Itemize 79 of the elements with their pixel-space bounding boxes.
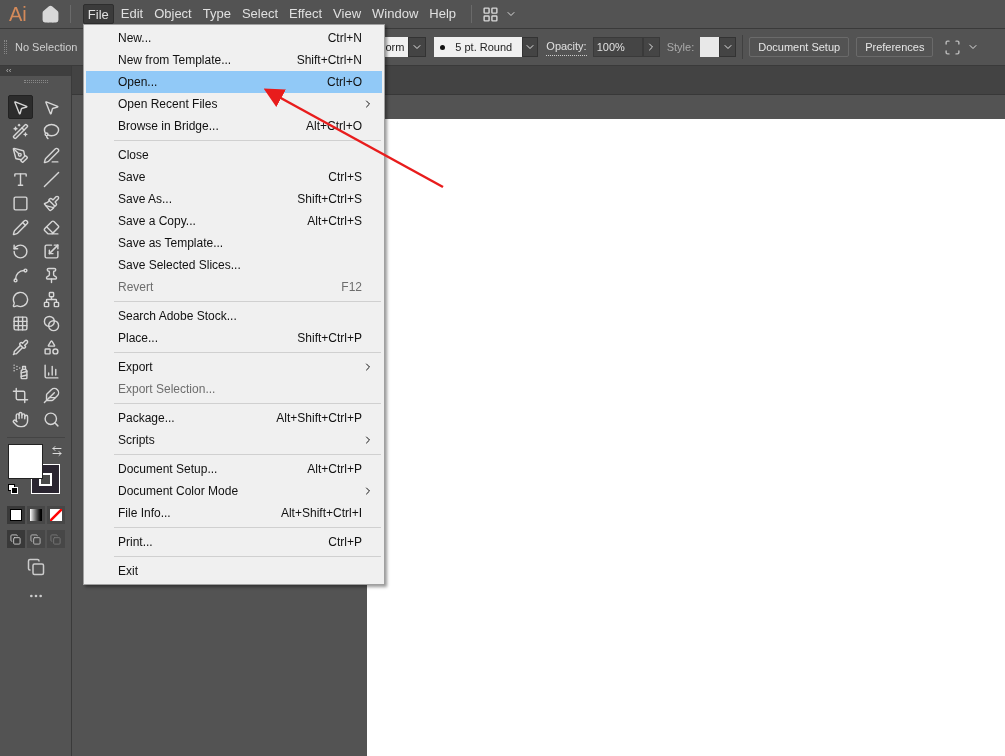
- pen-line-icon: [42, 146, 60, 164]
- menu-option[interactable]: Save as Template...: [86, 232, 382, 254]
- menu-option[interactable]: Close: [86, 144, 382, 166]
- dropdown-button[interactable]: [522, 37, 539, 57]
- lasso-icon: [42, 122, 60, 140]
- menu-item[interactable]: Effect: [285, 4, 327, 24]
- spray-can-icon: [11, 362, 29, 380]
- hand-icon: [11, 410, 29, 428]
- menu-item[interactable]: Edit: [116, 4, 148, 24]
- menu-option[interactable]: Search Adobe Stock...: [86, 305, 382, 327]
- selection-status: No Selection: [15, 39, 78, 55]
- color-button[interactable]: [6, 506, 25, 524]
- mesh-icon: [11, 314, 29, 332]
- menu-option[interactable]: File Info... Alt+Shift+Ctrl+I: [86, 502, 382, 524]
- default-colors-icon[interactable]: [7, 484, 19, 495]
- draw-normal-button[interactable]: [6, 530, 25, 548]
- menu-item[interactable]: File: [82, 4, 114, 24]
- eraser-icon: [42, 218, 60, 236]
- draw-behind-button[interactable]: [26, 530, 45, 548]
- paintbrush-icon: [42, 194, 60, 212]
- menu-option[interactable]: Open Recent Files: [86, 93, 382, 115]
- menu-item[interactable]: Object: [150, 4, 196, 24]
- fill-stroke-swatches[interactable]: [7, 444, 61, 495]
- menu-item[interactable]: Help: [425, 4, 461, 24]
- draw-mode-icon: [10, 533, 21, 545]
- magic-wand-icon: [11, 122, 29, 140]
- menu-option[interactable]: Place... Shift+Ctrl+P: [86, 327, 382, 349]
- toolbar-button[interactable]: Document Setup: [749, 37, 850, 57]
- opacity-label[interactable]: Opacity:: [546, 38, 587, 56]
- rotate-icon: [11, 242, 29, 260]
- menu-item[interactable]: View: [329, 4, 366, 24]
- menu-option[interactable]: Document Setup... Alt+Ctrl+P: [86, 458, 382, 480]
- rectangle-icon: [11, 194, 29, 212]
- menu-option[interactable]: Save Ctrl+S: [86, 166, 382, 188]
- none-button[interactable]: [46, 506, 65, 524]
- home-icon[interactable]: [40, 4, 60, 24]
- draw-mode-icon: [50, 533, 61, 545]
- style-label: Style:: [666, 39, 695, 55]
- menu-item[interactable]: Type: [198, 4, 235, 24]
- tool-button[interactable]: [7, 95, 33, 119]
- swap-icon[interactable]: [50, 445, 63, 457]
- style-swatch[interactable]: [700, 37, 720, 57]
- gradient-button[interactable]: [26, 506, 45, 524]
- line-icon: [42, 170, 60, 188]
- type-icon: [11, 170, 29, 188]
- profile-field[interactable]: orm: [383, 37, 409, 57]
- eyedropper-icon: [11, 338, 29, 356]
- workspace-icon[interactable]: [482, 5, 500, 23]
- pen-icon: [11, 146, 29, 164]
- menu-option[interactable]: Scripts: [86, 429, 382, 451]
- menu-item[interactable]: Select: [237, 4, 283, 24]
- dropdown-button[interactable]: [719, 37, 737, 57]
- draw-mode-icon: [30, 533, 41, 545]
- menu-option[interactable]: Print... Ctrl+P: [86, 531, 382, 553]
- pointer-icon: [42, 98, 60, 116]
- menu-option[interactable]: Package... Alt+Shift+Ctrl+P: [86, 407, 382, 429]
- menu-option[interactable]: Save As... Shift+Ctrl+S: [86, 188, 382, 210]
- bar-chart-icon: [42, 362, 60, 380]
- search-icon: [42, 410, 60, 428]
- menu-option[interactable]: Open... Ctrl+O: [86, 71, 382, 93]
- menu-option[interactable]: Document Color Mode: [86, 480, 382, 502]
- app-logo: Ai: [9, 4, 27, 24]
- menu-option[interactable]: New... Ctrl+N: [86, 27, 382, 49]
- transform-icon[interactable]: [944, 38, 962, 56]
- toolbar-button[interactable]: Preferences: [856, 37, 934, 57]
- brush-field[interactable]: 5 pt. Round: [434, 37, 523, 57]
- opacity-field[interactable]: 100%: [592, 37, 643, 57]
- collapse-icon[interactable]: ‹‹: [6, 67, 12, 75]
- menu-item[interactable]: Window: [368, 4, 423, 24]
- pointer-icon: [11, 98, 29, 116]
- menu-option[interactable]: Save a Copy... Alt+Ctrl+S: [86, 210, 382, 232]
- brush-value: 5 pt. Round: [455, 39, 513, 55]
- menu-option[interactable]: Exit: [86, 560, 382, 582]
- menu-option[interactable]: Save Selected Slices...: [86, 254, 382, 276]
- scale-icon: [42, 242, 60, 260]
- menu-option[interactable]: Export: [86, 356, 382, 378]
- dropdown-button[interactable]: [408, 37, 427, 57]
- pencil-icon: [11, 218, 29, 236]
- menu-option[interactable]: New from Template... Shift+Ctrl+N: [86, 49, 382, 71]
